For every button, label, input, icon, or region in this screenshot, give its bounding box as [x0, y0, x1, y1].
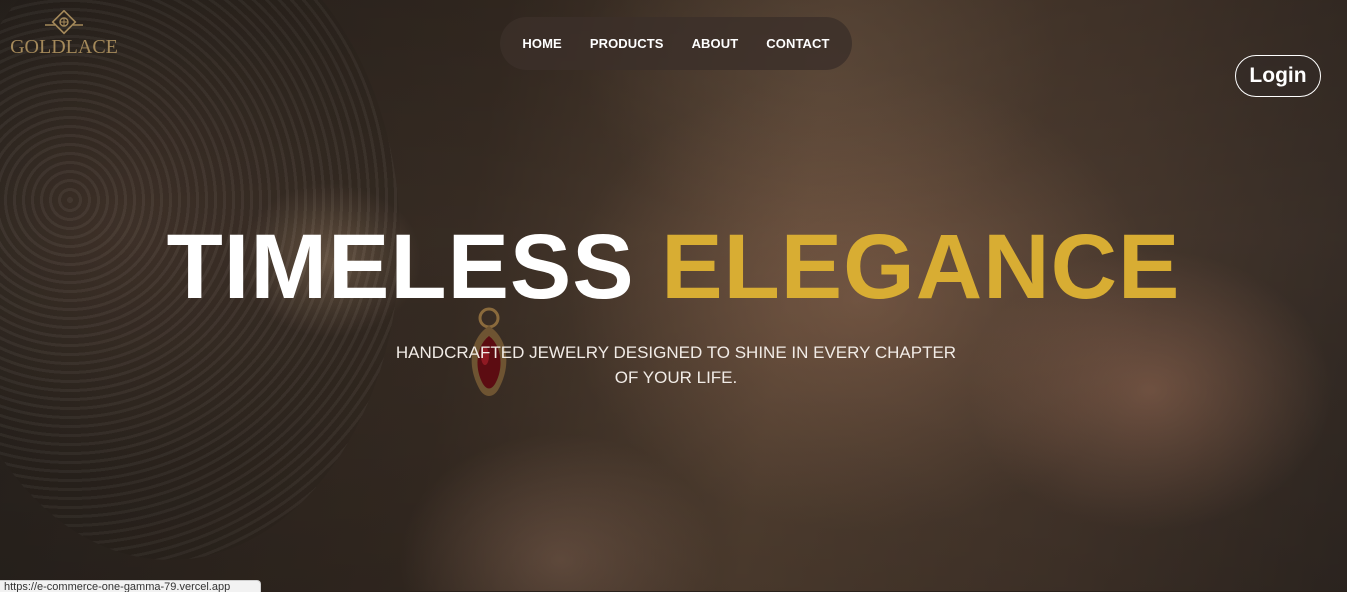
nav-products[interactable]: PRODUCTS: [590, 36, 664, 51]
diamond-ornament-icon: [45, 10, 83, 35]
hero-headline: TIMELESS ELEGANCE: [0, 212, 1347, 322]
nav-about[interactable]: ABOUT: [692, 36, 739, 51]
main-navigation: HOME PRODUCTS ABOUT CONTACT: [500, 17, 852, 70]
nav-home[interactable]: HOME: [522, 36, 561, 51]
headline-word-white: TIMELESS: [166, 216, 635, 318]
login-button[interactable]: Login: [1235, 55, 1321, 97]
status-bar-url: https://e-commerce-one-gamma-79.vercel.a…: [0, 580, 261, 592]
headline-word-gold: ELEGANCE: [661, 216, 1181, 318]
brand-name: GOLDLACE: [10, 36, 118, 58]
brand-logo[interactable]: GOLDLACE: [2, 10, 126, 62]
nav-contact[interactable]: CONTACT: [766, 36, 829, 51]
hero-subtitle: HANDCRAFTED JEWELRY DESIGNED TO SHINE IN…: [395, 343, 957, 387]
